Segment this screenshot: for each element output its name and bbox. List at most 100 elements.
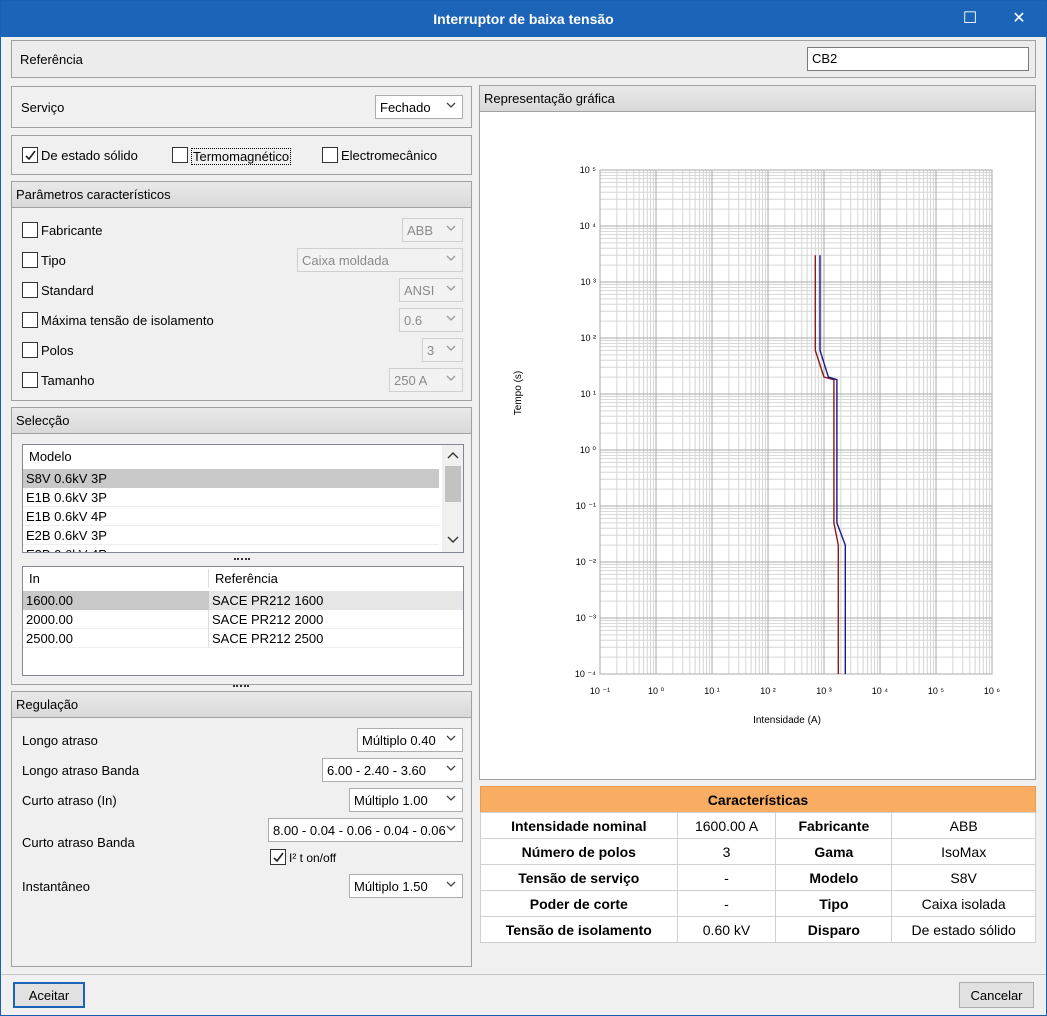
standard-checkbox[interactable] — [22, 282, 38, 298]
aceitar-button[interactable]: Aceitar — [13, 982, 85, 1008]
characteristic-value: - — [676, 890, 777, 917]
x-axis-label: Intensidade (A) — [753, 715, 821, 726]
longo-atraso-banda-select[interactable]: 6.00 - 2.40 - 3.60 — [322, 758, 463, 782]
table-cell[interactable]: 1600.00 — [23, 591, 209, 610]
curto-atraso-select[interactable]: Múltiplo 1.00 — [349, 788, 463, 812]
termomagnetico-checkbox[interactable] — [172, 147, 188, 163]
characteristic-key: Intensidade nominal — [480, 812, 678, 839]
curto-atraso-banda-label: Curto atraso Banda — [22, 835, 135, 850]
fabricante-select[interactable]: ABB — [402, 218, 463, 242]
cancelar-button[interactable]: Cancelar — [959, 982, 1034, 1008]
tipo-select[interactable]: Caixa moldada — [297, 248, 463, 272]
referencia-column-header[interactable]: Referência — [209, 569, 463, 588]
polos-checkbox[interactable] — [22, 342, 38, 358]
tipo-disparo-panel: De estado sólido Termomagnético Electrom… — [11, 135, 472, 175]
characteristic-value: Caixa isolada — [891, 890, 1036, 917]
table-cell[interactable]: SACE PR212 2500 — [209, 629, 463, 648]
chart-grid — [599, 169, 993, 675]
y-tick-label: 10 ⁻² — [576, 557, 596, 567]
tamanho-checkbox[interactable] — [22, 372, 38, 388]
tamanho-select[interactable]: 250 A — [389, 368, 463, 392]
tensao-isolamento-checkbox[interactable] — [22, 312, 38, 328]
list-item[interactable]: E2B 0.6kV 3P — [23, 526, 439, 545]
estado-solido-checkbox[interactable] — [22, 147, 38, 163]
list-item[interactable]: E2B 0.6kV 4P — [23, 545, 439, 552]
y-tick-label: 10 ¹ — [580, 389, 596, 399]
i2t-label: I² t on/off — [289, 851, 337, 865]
table-row: Tensão de serviço - Modelo S8V — [480, 864, 1036, 891]
splitter-handle[interactable] — [233, 685, 249, 688]
characteristic-value: S8V — [891, 864, 1036, 891]
caracteristicas-header: Características — [480, 786, 1036, 813]
list-item[interactable]: E1B 0.6kV 4P — [23, 507, 439, 526]
characteristic-key: Fabricante — [775, 812, 893, 839]
curto-atraso-value: Múltiplo 1.00 — [354, 793, 428, 808]
fabricante-checkbox[interactable] — [22, 222, 38, 238]
referencia-input[interactable]: CB2 — [807, 47, 1029, 71]
y-tick-label: 10 ⁻⁴ — [575, 669, 596, 679]
longo-atraso-select[interactable]: Múltiplo 0.40 — [357, 728, 463, 752]
close-button[interactable]: ✕ — [1006, 7, 1032, 31]
tamanho-label: Tamanho — [41, 373, 95, 388]
servico-value: Fechado — [380, 100, 431, 115]
i2t-checkbox[interactable] — [270, 849, 286, 865]
tensao-isolamento-value: 0.6 — [404, 313, 423, 328]
parametros-header: Parâmetros característicos — [12, 182, 471, 208]
modelo-column-header[interactable]: Modelo — [23, 447, 441, 466]
characteristic-key: Número de polos — [480, 838, 678, 865]
chevron-down-icon — [446, 102, 456, 108]
maximize-button[interactable]: ☐ — [957, 7, 983, 31]
standard-label: Standard — [41, 283, 94, 298]
in-column-header[interactable]: In — [23, 569, 209, 588]
characteristic-value: 1600.00 A — [676, 812, 777, 839]
electromecanico-checkbox[interactable] — [322, 147, 338, 163]
seleccao-panel: Selecção Modelo S8V 0.6kV 3P E1B 0.6kV 3… — [11, 407, 472, 685]
x-tick-label: 10 ⁵ — [928, 686, 945, 696]
estado-solido-label: De estado sólido — [41, 148, 138, 163]
referencia-panel: Referência CB2 — [11, 40, 1036, 78]
list-item[interactable]: E1B 0.6kV 3P — [23, 488, 439, 507]
list-item[interactable]: S8V 0.6kV 3P — [23, 469, 439, 488]
polos-select[interactable]: 3 — [422, 338, 463, 362]
chevron-down-icon — [446, 375, 456, 381]
standard-select[interactable]: ANSI — [399, 278, 463, 302]
dialog-window: Interruptor de baixa tensão ☐ ✕ Referênc… — [0, 0, 1047, 1016]
seleccao-header: Selecção — [12, 408, 471, 434]
chevron-down-icon — [446, 285, 456, 291]
tipo-checkbox[interactable] — [22, 252, 38, 268]
chevron-down-icon — [446, 735, 456, 741]
x-tick-label: 10 ⁻¹ — [590, 686, 610, 696]
x-tick-label: 10 ³ — [816, 686, 832, 696]
characteristic-value: 3 — [676, 838, 777, 865]
check-icon — [273, 852, 284, 863]
trip-curve-chart: 10 ⁻¹ 10 ⁰ 10 ¹ 10 ² 10 ³ 10 ⁴ 10 ⁵ 10 ⁶ 10 ⁵ 10 … — [513, 165, 1000, 726]
scroll-up-icon[interactable] — [447, 450, 459, 460]
table-cell[interactable]: 2000.00 — [23, 610, 209, 629]
tensao-isolamento-select[interactable]: 0.6 — [399, 308, 463, 332]
characteristic-key: Tipo — [775, 890, 893, 917]
scrollbar[interactable] — [442, 445, 463, 552]
polos-label: Polos — [41, 343, 74, 358]
curto-atraso-banda-select[interactable]: 8.00 - 0.04 - 0.06 - 0.04 - 0.06 — [268, 818, 463, 842]
scrollbar-thumb[interactable] — [445, 466, 461, 502]
splitter-handle[interactable] — [234, 558, 250, 561]
characteristic-value: De estado sólido — [891, 916, 1036, 943]
servico-select[interactable]: Fechado — [375, 95, 463, 119]
electromecanico-label: Electromecânico — [341, 148, 438, 163]
table-cell[interactable]: SACE PR212 1600 — [209, 591, 463, 610]
curto-atraso-banda-value: 8.00 - 0.04 - 0.06 - 0.04 - 0.06 — [273, 823, 446, 838]
check-icon — [25, 150, 36, 161]
scroll-down-icon[interactable] — [447, 535, 459, 545]
table-cell[interactable]: SACE PR212 2000 — [209, 610, 463, 629]
tensao-isolamento-label: Máxima tensão de isolamento — [41, 313, 214, 328]
regulacao-panel: Regulação Longo atraso Múltiplo 0.40 Lon… — [11, 691, 472, 967]
chevron-down-icon — [446, 881, 456, 887]
table-cell[interactable]: 2500.00 — [23, 629, 209, 648]
parametros-panel: Parâmetros característicos Fabricante AB… — [11, 181, 472, 401]
characteristic-key: Tensão de serviço — [480, 864, 678, 891]
termomagnetico-label: Termomagnético — [191, 148, 292, 165]
instantaneo-select[interactable]: Múltiplo 1.50 — [349, 874, 463, 898]
fabricante-label: Fabricante — [41, 223, 103, 238]
x-tick-label: 10 ⁴ — [872, 686, 889, 696]
curto-atraso-label: Curto atraso (In) — [22, 793, 117, 808]
